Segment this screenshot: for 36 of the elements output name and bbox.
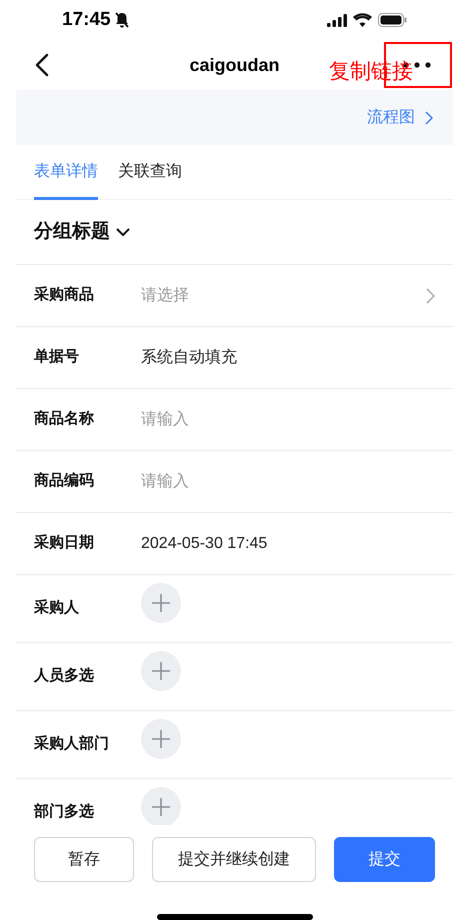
field-label: 采购商品 — [34, 285, 95, 306]
tab[interactable]: 关联查询 — [118, 145, 182, 199]
plus-icon — [151, 592, 171, 612]
section-header[interactable]: 分组标题 — [16, 200, 453, 265]
status-time: 17:45 — [62, 8, 111, 32]
add-button[interactable] — [141, 718, 181, 758]
plus-icon — [151, 660, 171, 680]
field-label: 采购人 — [34, 598, 80, 618]
battery-icon — [378, 13, 407, 27]
plus-icon — [151, 796, 171, 816]
field-label: 部门多选 — [34, 802, 95, 822]
chevron-down-icon — [116, 228, 130, 236]
input-field[interactable]: 请输入 — [141, 408, 435, 432]
chevron-right-icon — [425, 110, 433, 124]
add-button[interactable] — [141, 650, 181, 690]
field-value: 2024-05-30 17:45 — [141, 534, 268, 554]
input-field[interactable]: 请输入 — [141, 470, 435, 494]
tab[interactable]: 表单详情 — [34, 145, 98, 199]
chevron-right-icon — [426, 288, 435, 304]
action-button[interactable]: 暂存 — [34, 837, 134, 882]
field-label: 采购人部门 — [34, 734, 110, 754]
wifi-icon — [353, 13, 372, 27]
page-title: caigoudan — [189, 54, 280, 77]
field-value: 系统自动填充 — [141, 348, 237, 368]
field-label: 商品名称 — [34, 409, 95, 430]
field-label: 采购日期 — [34, 533, 95, 554]
add-button[interactable] — [141, 582, 181, 622]
submit-button[interactable]: 提交 — [334, 837, 435, 882]
action-button[interactable]: 提交并继续创建 — [152, 837, 316, 882]
add-button[interactable] — [141, 786, 181, 825]
field-label: 人员多选 — [34, 666, 95, 686]
select-field[interactable]: 请选择 — [141, 284, 426, 308]
field-label: 商品编码 — [34, 471, 95, 492]
field-label: 单据号 — [34, 347, 80, 368]
signal-icon — [327, 14, 347, 26]
plus-icon — [151, 728, 171, 748]
